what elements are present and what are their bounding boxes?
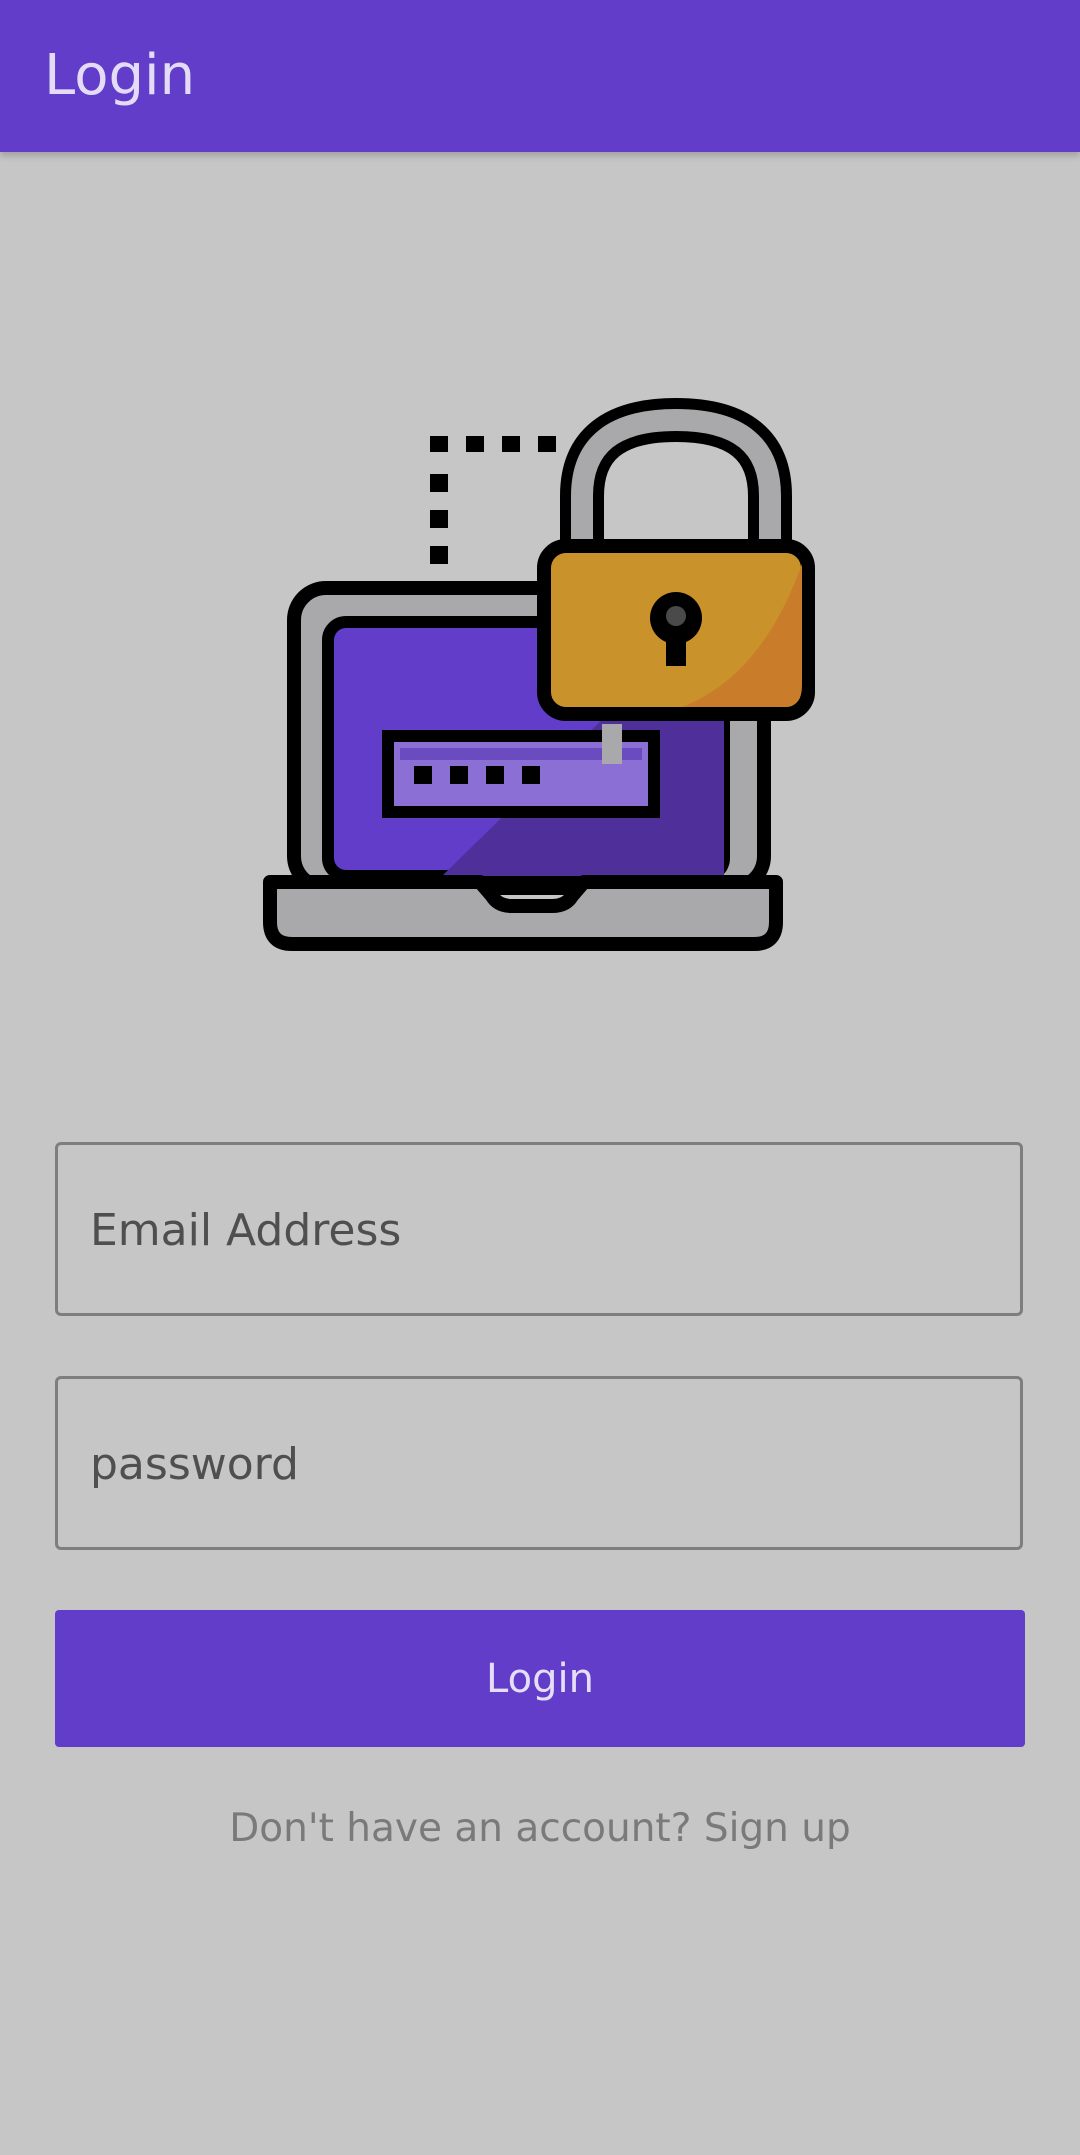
password-input[interactable] — [88, 1379, 992, 1549]
dotted-connector — [430, 436, 556, 564]
password-field[interactable] — [55, 1376, 1023, 1550]
email-field[interactable] — [55, 1142, 1023, 1316]
email-input[interactable] — [88, 1145, 992, 1315]
app-bar: Login — [0, 0, 1080, 152]
padlock-icon — [537, 397, 815, 764]
page-title: Login — [44, 43, 196, 108]
laptop-padlock-icon — [263, 397, 815, 951]
login-button[interactable]: Login — [55, 1610, 1025, 1747]
signup-link[interactable]: Don't have an account? Sign up — [0, 1806, 1080, 1851]
